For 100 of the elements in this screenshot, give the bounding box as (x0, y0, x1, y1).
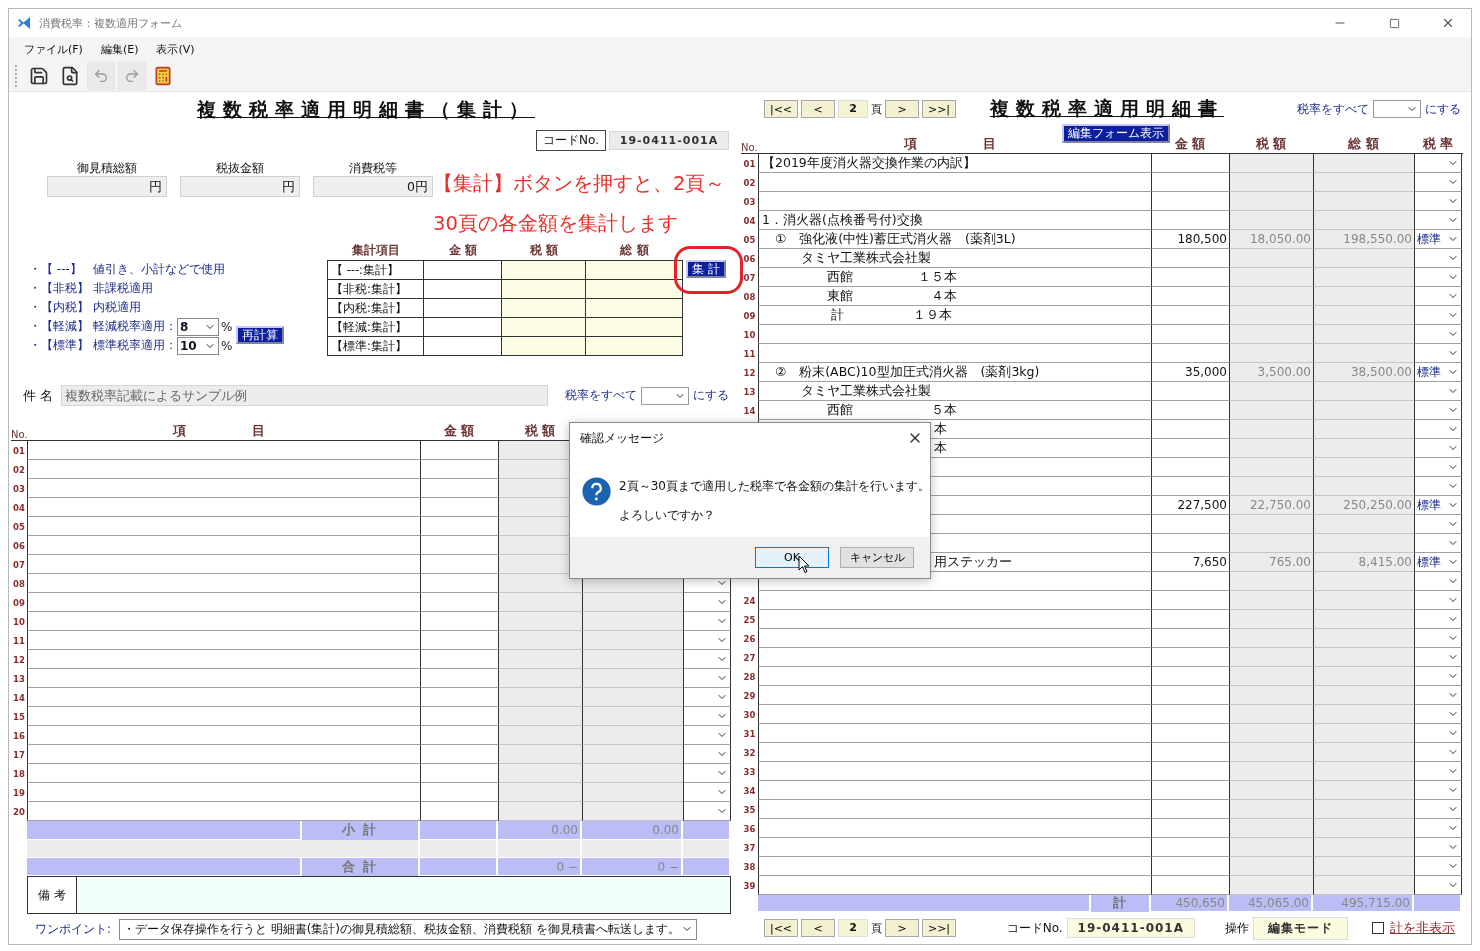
rate-select[interactable]: 10 (177, 336, 219, 355)
row-number: 15 (13, 711, 25, 722)
rate-select[interactable] (1414, 762, 1462, 781)
rate-select[interactable] (1414, 325, 1462, 344)
rate-select[interactable] (1414, 781, 1462, 800)
rate-select[interactable] (1414, 857, 1462, 876)
column-header: 税 額 (523, 423, 557, 440)
menu-item[interactable]: ファイル(F) (15, 41, 92, 57)
rate-select[interactable] (1414, 838, 1462, 857)
rate-select[interactable] (1414, 610, 1462, 629)
hide-sum-link[interactable]: 計を非表示 (1390, 919, 1455, 937)
tip-select[interactable]: ・データ保存操作を行うと 明細書(集計)の御見積総額、税抜金額、消費税額 を御見積書へ転送します。 (118, 918, 697, 940)
remarks-field[interactable] (77, 876, 731, 914)
rate-select[interactable] (1414, 819, 1462, 838)
rate-select[interactable] (1414, 287, 1462, 306)
rate-select[interactable] (1414, 268, 1462, 287)
last-page-button[interactable]: >>| (922, 919, 956, 937)
rate-select[interactable] (683, 726, 731, 745)
dialog-title: 確認メッセージ (580, 430, 664, 446)
column-header: 金 額 (442, 423, 476, 440)
table-cell: 22,750.00 (1229, 496, 1313, 515)
rate-select[interactable] (1414, 743, 1462, 762)
row-number: 11 (13, 635, 25, 646)
menu-item[interactable]: 表示(V) (147, 41, 204, 57)
rate-select[interactable] (1414, 154, 1462, 173)
rate-select[interactable]: 標準 (1414, 496, 1462, 515)
legend-text: 軽減税率適用： (93, 318, 177, 335)
aggregate-button[interactable]: 集 計 (686, 260, 726, 278)
rate-select[interactable] (1414, 686, 1462, 705)
subject-label: 件 名 (22, 386, 55, 405)
table-cell (683, 821, 731, 840)
rate-select[interactable]: 標準 (1414, 553, 1462, 572)
rate-select[interactable] (1414, 724, 1462, 743)
rate-all-select[interactable] (641, 386, 689, 405)
rate-select[interactable] (683, 669, 731, 688)
rate-select[interactable] (1414, 705, 1462, 724)
rate-select[interactable]: 標準 (1414, 230, 1462, 249)
legend-text: 内税適用 (93, 299, 141, 316)
rate-select[interactable] (1414, 515, 1462, 534)
rate-select[interactable] (683, 783, 731, 802)
rate-select[interactable] (1414, 629, 1462, 648)
table-cell (1414, 895, 1462, 912)
column-header: 金 額 (447, 242, 479, 259)
rate-select[interactable] (1414, 382, 1462, 401)
rate-select[interactable] (1414, 591, 1462, 610)
page-number-field[interactable]: 2 (838, 919, 868, 937)
rate-select[interactable] (683, 650, 731, 669)
edit-form-button[interactable]: 編集フォーム表示 (1062, 124, 1170, 143)
dialog-message: よろしいですか？ (619, 507, 716, 524)
rate-select[interactable] (683, 688, 731, 707)
checkbox[interactable] (1372, 922, 1384, 934)
first-page-button[interactable]: |<< (764, 100, 798, 118)
previous-page-button[interactable]: < (801, 100, 835, 118)
rate-select[interactable] (683, 707, 731, 726)
row-number: 34 (743, 785, 756, 796)
rate-select[interactable]: 標準 (1414, 363, 1462, 382)
rate-select[interactable] (1414, 534, 1462, 553)
rate-select[interactable] (1414, 572, 1462, 591)
rate-select[interactable] (1414, 458, 1462, 477)
code-field: 19-0411-001A (1066, 918, 1195, 938)
rate-select[interactable] (1414, 667, 1462, 686)
rate-select[interactable] (1414, 344, 1462, 363)
row-number: 26 (743, 633, 756, 644)
recalculate-button[interactable]: 再計算 (236, 325, 285, 344)
last-page-button[interactable]: >>| (922, 100, 956, 118)
previous-page-button[interactable]: < (801, 919, 835, 937)
cancel-button[interactable]: キャンセル (840, 547, 914, 568)
rate-select[interactable] (1414, 249, 1462, 268)
rate-select[interactable] (1414, 648, 1462, 667)
rate-select[interactable] (683, 745, 731, 764)
rate-select[interactable] (1414, 477, 1462, 496)
rate-select[interactable] (683, 593, 731, 612)
total-field: 円 (180, 176, 300, 197)
rate-select[interactable] (683, 612, 731, 631)
rate-select[interactable] (683, 631, 731, 650)
menu-item[interactable]: 編集(E) (91, 41, 148, 57)
rate-select[interactable] (1414, 211, 1462, 230)
subject-field[interactable]: 複数税率記載によるサンプル例 (61, 385, 548, 406)
document-magnifier-icon (60, 66, 80, 86)
mode-label: 操作 (1225, 919, 1249, 937)
rate-select[interactable] (1414, 173, 1462, 192)
rate-select[interactable] (1414, 192, 1462, 211)
page-number-field[interactable]: 2 (838, 100, 868, 118)
rate-select[interactable] (1414, 420, 1462, 439)
rate-select[interactable] (1414, 306, 1462, 325)
table-cell: 東館 ４本 (758, 287, 1151, 306)
next-page-button[interactable]: > (885, 919, 919, 937)
row-number: 35 (743, 804, 756, 815)
row-number: 07 (743, 272, 756, 283)
rate-select[interactable] (683, 764, 731, 783)
ok-button[interactable]: OK (755, 547, 829, 568)
rate-select[interactable] (1414, 439, 1462, 458)
rate-select[interactable]: 8 (177, 317, 219, 336)
row-number: 02 (743, 177, 756, 188)
next-page-button[interactable]: > (885, 100, 919, 118)
rate-all-select[interactable] (1373, 100, 1421, 118)
row-number: 14 (743, 405, 756, 416)
first-page-button[interactable]: |<< (764, 919, 798, 937)
rate-select[interactable] (1414, 401, 1462, 420)
rate-select[interactable] (1414, 800, 1462, 819)
